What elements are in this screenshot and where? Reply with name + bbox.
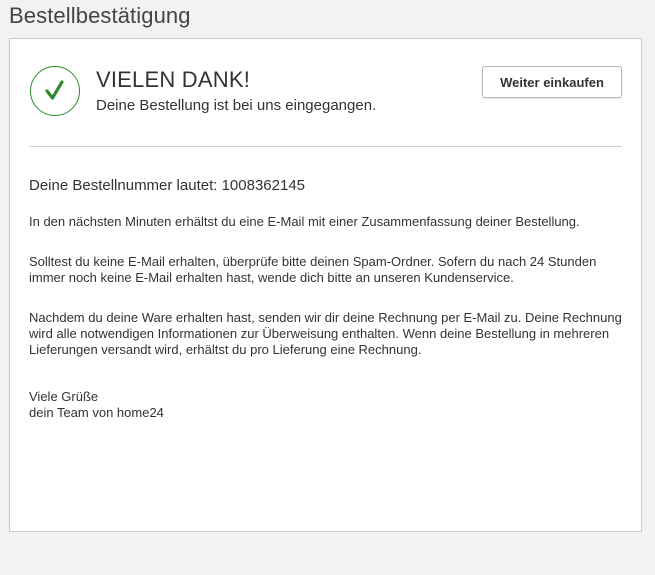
divider — [29, 146, 622, 147]
closing: Viele Grüße dein Team von home24 — [29, 389, 627, 421]
invoice-info-paragraph: Nachdem du deine Ware erhalten hast, sen… — [29, 310, 622, 357]
closing-greeting: Viele Grüße — [29, 389, 99, 404]
success-badge — [30, 66, 80, 116]
order-number: Deine Bestellnummer lautet: 1008362145 — [29, 177, 306, 194]
spam-info-paragraph: Solltest du keine E-Mail erhalten, überp… — [29, 254, 597, 285]
thanks-heading: VIELEN DANK! — [96, 67, 251, 92]
closing-signature: dein Team von home24 — [29, 405, 164, 420]
thanks-subheading: Deine Bestellung ist bei uns eingegangen… — [96, 97, 377, 114]
checkmark-icon — [45, 80, 64, 100]
continue-shopping-button[interactable]: Weiter einkaufen — [482, 66, 622, 98]
confirmation-card: VIELEN DANK! Deine Bestellung ist bei un… — [9, 38, 642, 532]
email-info-paragraph: In den nächsten Minuten erhältst du eine… — [29, 214, 580, 229]
page-title: Bestellbestätigung — [9, 3, 191, 28]
